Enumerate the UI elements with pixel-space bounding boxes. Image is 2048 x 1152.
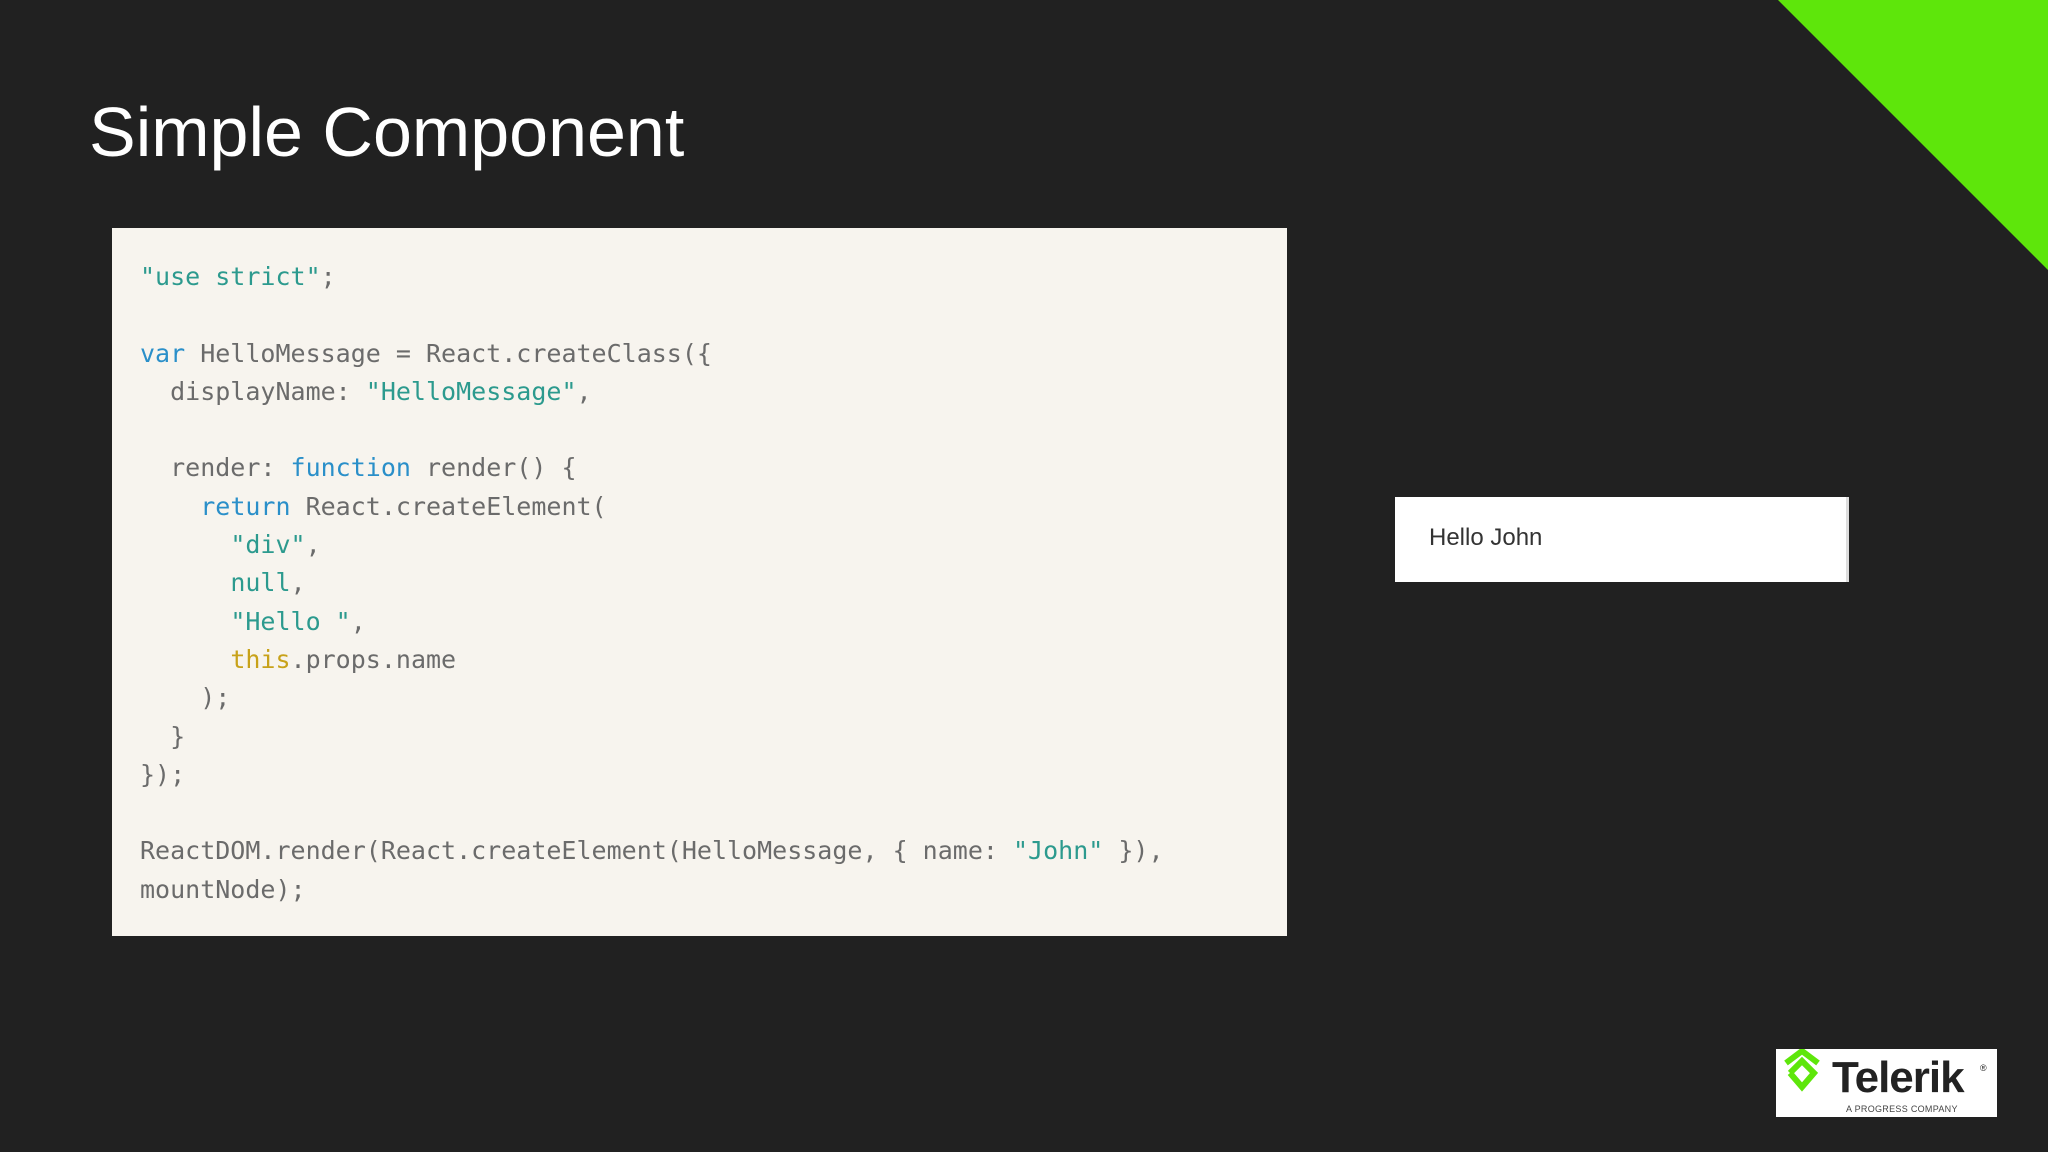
logo-tagline: A PROGRESS COMPANY <box>1846 1104 1958 1114</box>
slide-title: Simple Component <box>89 93 685 171</box>
code-token: this <box>230 644 291 674</box>
code-token: ); <box>140 683 231 713</box>
code-line: "use strict"; <box>140 258 1164 296</box>
code-token: , <box>290 568 306 598</box>
code-panel: "use strict"; var HelloMessage = React.cr… <box>112 228 1287 936</box>
code-token: .props.name <box>290 644 457 674</box>
code-token: null <box>230 568 291 598</box>
code-line: } <box>140 718 1164 756</box>
code-token: var <box>140 338 186 368</box>
code-token: function <box>290 453 411 483</box>
code-line: var HelloMessage = React.createClass({ <box>140 335 1164 373</box>
code-line: return React.createElement( <box>140 488 1164 526</box>
rendered-output-text: Hello John <box>1429 524 1543 551</box>
code-line: ReactDOM.render(React.createElement(Hell… <box>140 832 1164 870</box>
code-line: mountNode); <box>140 871 1164 909</box>
green-corner-accent <box>1778 0 2048 270</box>
code-token: mountNode); <box>140 874 306 904</box>
code-line: }); <box>140 756 1164 794</box>
code-token: ReactDOM.render(React.createElement(Hell… <box>140 836 1013 866</box>
logo-trademark: ® <box>1980 1063 1987 1073</box>
code-token: "use strict" <box>140 262 321 291</box>
code-line: this.props.name <box>140 641 1164 679</box>
code-token: "John" <box>1012 836 1104 866</box>
code-token: } <box>140 721 186 751</box>
code-token: "div" <box>230 530 306 560</box>
rendered-output-box: Hello John <box>1395 497 1849 582</box>
code-block: "use strict"; var HelloMessage = React.cr… <box>140 258 1164 909</box>
code-line: null, <box>140 564 1164 602</box>
code-token: , <box>350 606 366 636</box>
code-token: , <box>576 376 592 406</box>
code-token: "Hello " <box>230 606 351 636</box>
code-line: render: function render() { <box>140 449 1164 487</box>
code-token: render() { <box>410 453 577 483</box>
code-line: displayName: "HelloMessage", <box>140 373 1164 411</box>
code-token: , <box>305 530 321 560</box>
code-token: displayName: <box>140 376 366 406</box>
code-token: ; <box>320 262 336 291</box>
code-line: ); <box>140 679 1164 717</box>
code-token: HelloMessage = React.createClass({ <box>185 338 712 368</box>
code-token: }), <box>1103 836 1164 866</box>
code-token: "HelloMessage" <box>365 376 577 406</box>
code-token: return <box>200 491 291 521</box>
telerik-mark-icon <box>1784 1049 1820 1092</box>
code-token: render: <box>140 453 291 483</box>
telerik-logo: Telerik ® A PROGRESS COMPANY <box>1776 1049 1997 1117</box>
code-line: "Hello ", <box>140 603 1164 641</box>
code-token: }); <box>140 759 186 789</box>
code-token: React.createElement( <box>290 491 607 521</box>
code-line: "div", <box>140 526 1164 564</box>
logo-wordmark: Telerik <box>1832 1053 1965 1102</box>
